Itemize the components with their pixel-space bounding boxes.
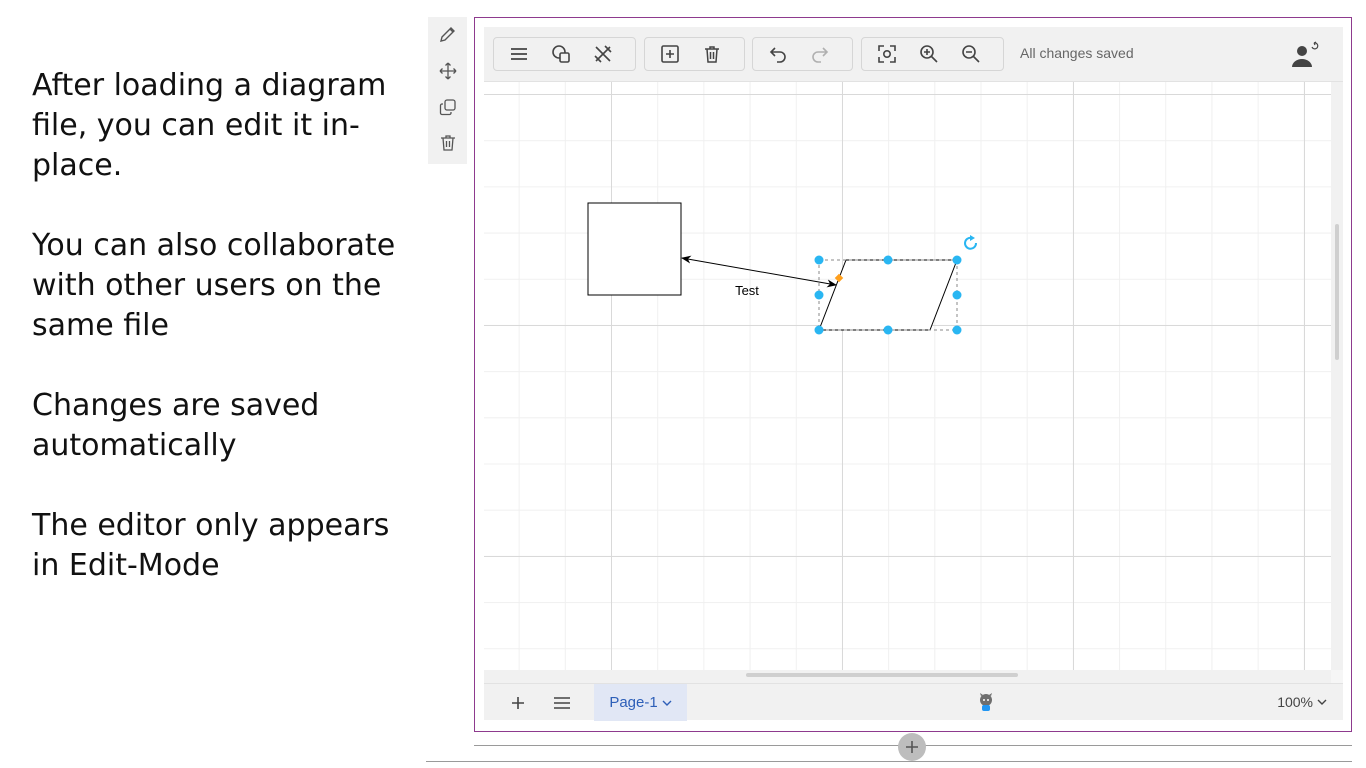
editor-toolbar: All changes saved — [484, 27, 1343, 82]
zoom-level: 100% — [1277, 694, 1313, 710]
resize-handle[interactable] — [883, 255, 893, 265]
add-block-button[interactable] — [898, 733, 926, 761]
zoom-select[interactable]: 100% — [1277, 694, 1327, 710]
zoom-out-icon — [962, 45, 980, 63]
format-icon — [594, 45, 612, 63]
move-button[interactable] — [433, 57, 463, 86]
add-page-button[interactable] — [501, 688, 535, 718]
chevron-down-icon — [662, 700, 672, 706]
delete-button[interactable] — [691, 38, 733, 70]
shapes-button[interactable] — [540, 38, 582, 70]
duplicate-button[interactable] — [433, 93, 463, 122]
trash-icon — [440, 134, 455, 151]
diagram-canvas[interactable]: Test — [484, 82, 1331, 670]
zoom-in-icon — [920, 45, 938, 63]
note-3: Changes are saved automatically — [32, 388, 320, 463]
resize-handle[interactable] — [952, 290, 962, 300]
delete-block-button[interactable] — [433, 128, 463, 157]
menu-button[interactable] — [498, 38, 540, 70]
horizontal-scrollbar[interactable] — [484, 670, 1331, 683]
insert-button[interactable] — [649, 38, 691, 70]
github-mascot-icon[interactable] — [976, 691, 996, 713]
scroll-thumb[interactable] — [1335, 224, 1339, 360]
plus-icon — [906, 741, 918, 753]
block-toolbar — [428, 17, 467, 164]
resize-handle[interactable] — [883, 325, 893, 335]
vertical-scrollbar[interactable] — [1331, 82, 1343, 670]
note-2: You can also collaborate with other user… — [32, 228, 396, 343]
rectangle-shape[interactable] — [587, 202, 682, 296]
connector-edge[interactable] — [681, 255, 837, 288]
move-icon — [439, 62, 456, 80]
resize-handle[interactable] — [952, 325, 962, 335]
page: After loading a diagram file, you can ed… — [0, 0, 1366, 768]
toolbar-group-history — [752, 37, 853, 71]
note-4: The editor only appears in Edit-Mode — [32, 508, 390, 583]
menu-icon — [554, 697, 570, 709]
copy-icon — [439, 99, 456, 116]
parallelogram-shape[interactable] — [818, 259, 958, 331]
instructions-text: After loading a diagram file, you can ed… — [32, 66, 422, 626]
edit-button[interactable] — [433, 21, 463, 50]
note-1: After loading a diagram file, you can ed… — [32, 68, 387, 183]
zoom-out-button[interactable] — [950, 38, 992, 70]
menu-icon — [511, 48, 527, 60]
undo-button[interactable] — [757, 38, 799, 70]
save-status: All changes saved — [1020, 45, 1134, 61]
resize-handle[interactable] — [952, 255, 962, 265]
diagram-svg: Test — [587, 202, 978, 335]
resize-handle[interactable] — [814, 290, 824, 300]
diagram-editor: All changes saved Test Page-1 100% — [484, 27, 1343, 721]
redo-button[interactable] — [799, 38, 841, 70]
zoom-in-button[interactable] — [908, 38, 950, 70]
toolbar-group-edit — [644, 37, 745, 71]
scroll-thumb[interactable] — [746, 673, 1018, 677]
fit-icon — [878, 45, 896, 63]
section-divider — [426, 761, 1352, 762]
pages-menu-button[interactable] — [545, 688, 579, 718]
delete-icon — [705, 46, 719, 63]
edge-label[interactable]: Test — [735, 283, 759, 298]
redo-icon — [812, 47, 829, 63]
chevron-down-icon — [1317, 699, 1327, 705]
insert-icon — [661, 45, 679, 63]
page-tab[interactable]: Page-1 — [594, 684, 687, 721]
shapes-icon — [552, 45, 570, 63]
pencil-icon — [439, 27, 455, 43]
user-button[interactable] — [1289, 39, 1323, 71]
fit-button[interactable] — [866, 38, 908, 70]
rotate-handle[interactable] — [964, 235, 978, 250]
user-sync-icon — [1292, 41, 1319, 67]
plus-icon — [512, 697, 524, 709]
page-tab-label: Page-1 — [609, 694, 658, 711]
editor-footer: Page-1 100% — [484, 683, 1343, 721]
toolbar-group-main — [493, 37, 636, 71]
toolbar-group-view — [861, 37, 1004, 71]
format-button[interactable] — [582, 38, 624, 70]
drawio-block: All changes saved Test Page-1 100% — [474, 17, 1352, 732]
resize-handle[interactable] — [814, 325, 824, 335]
resize-handle[interactable] — [814, 255, 824, 265]
undo-icon — [769, 47, 786, 63]
